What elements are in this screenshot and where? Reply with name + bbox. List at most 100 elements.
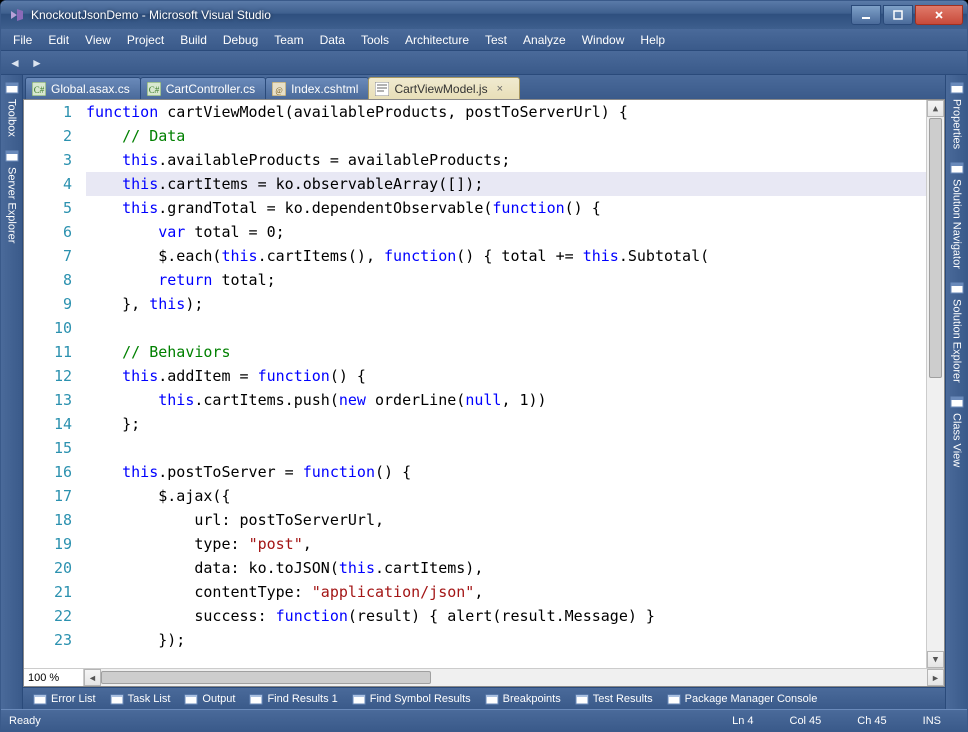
code-area[interactable]: function cartViewModel(availableProducts… — [86, 100, 926, 668]
panel-icon — [667, 692, 681, 706]
app-window: KnockoutJsonDemo - Microsoft Visual Stud… — [0, 0, 968, 732]
sln-exp-icon — [950, 281, 964, 295]
code-line[interactable]: this.cartItems.push(new orderLine(null, … — [86, 388, 926, 412]
tab-close-button[interactable]: × — [497, 83, 509, 95]
code-line[interactable] — [86, 436, 926, 460]
toolbox-icon — [5, 81, 19, 95]
menu-architecture[interactable]: Architecture — [397, 31, 477, 49]
status-ins: INS — [905, 715, 959, 727]
zoom-level[interactable]: 100 % — [24, 669, 84, 686]
code-line[interactable]: url: postToServerUrl, — [86, 508, 926, 532]
code-line[interactable]: function cartViewModel(availableProducts… — [86, 100, 926, 124]
code-line[interactable]: this.availableProducts = availableProduc… — [86, 148, 926, 172]
scroll-down-button[interactable]: ▼ — [927, 651, 944, 668]
menu-help[interactable]: Help — [632, 31, 673, 49]
editor-footer: 100 % ◄ ► — [24, 668, 944, 686]
code-line[interactable]: this.postToServer = function() { — [86, 460, 926, 484]
menu-analyze[interactable]: Analyze — [515, 31, 574, 49]
document-tab-global-asax-cs[interactable]: C# Global.asax.cs — [25, 77, 141, 99]
code-line[interactable]: // Data — [86, 124, 926, 148]
menu-view[interactable]: View — [77, 31, 119, 49]
menu-build[interactable]: Build — [172, 31, 215, 49]
code-line[interactable]: type: "post", — [86, 532, 926, 556]
nav-fwd-button[interactable]: ► — [27, 53, 47, 73]
code-line[interactable]: this.grandTotal = ko.dependentObservable… — [86, 196, 926, 220]
code-editor[interactable]: 1234567891011121314151617181920212223 fu… — [24, 100, 944, 668]
code-line[interactable]: $.ajax({ — [86, 484, 926, 508]
panel-tab-class-view[interactable]: Class View — [946, 389, 967, 473]
nav-back-button[interactable]: ◄ — [5, 53, 25, 73]
svg-text:C#: C# — [148, 85, 159, 95]
file-icon: @ — [272, 82, 286, 96]
code-line[interactable]: data: ko.toJSON(this.cartItems), — [86, 556, 926, 580]
menu-project[interactable]: Project — [119, 31, 172, 49]
vertical-scroll-thumb[interactable] — [929, 118, 942, 378]
horizontal-scrollbar[interactable]: ◄ ► — [84, 669, 944, 686]
close-button[interactable] — [915, 5, 963, 25]
panel-breakpoints[interactable]: Breakpoints — [479, 690, 567, 708]
code-line[interactable]: this.addItem = function() { — [86, 364, 926, 388]
code-line[interactable]: success: function(result) { alert(result… — [86, 604, 926, 628]
class-view-icon — [950, 395, 964, 409]
panel-tab-toolbox[interactable]: Toolbox — [1, 75, 22, 143]
panel-tab-properties[interactable]: Properties — [946, 75, 967, 155]
document-tab-index-cshtml[interactable]: @Index.cshtml — [265, 77, 369, 99]
body-area: ToolboxServer Explorer C#Global.asax.csC… — [1, 75, 967, 709]
statusbar: Ready Ln 4 Col 45 Ch 45 INS — [1, 709, 967, 731]
panel-tab-solution-explorer[interactable]: Solution Explorer — [946, 275, 967, 389]
titlebar[interactable]: KnockoutJsonDemo - Microsoft Visual Stud… — [1, 1, 967, 29]
vertical-scrollbar[interactable]: ▲ ▼ — [926, 100, 944, 668]
document-tab-cartcontroller-cs[interactable]: C# CartController.cs — [140, 77, 266, 99]
panel-output[interactable]: Output — [178, 690, 241, 708]
svg-text:C#: C# — [34, 85, 45, 95]
panel-find-results-1[interactable]: Find Results 1 — [243, 690, 343, 708]
status-ch: Ch 45 — [839, 715, 904, 727]
status-line: Ln 4 — [714, 715, 771, 727]
panel-test-results[interactable]: Test Results — [569, 690, 659, 708]
panel-icon — [33, 692, 47, 706]
code-line[interactable]: }; — [86, 412, 926, 436]
tab-label: CartController.cs — [166, 82, 255, 96]
code-line[interactable]: return total; — [86, 268, 926, 292]
line-number-gutter: 1234567891011121314151617181920212223 — [24, 100, 86, 668]
scroll-left-button[interactable]: ◄ — [84, 669, 101, 686]
status-ready: Ready — [9, 715, 41, 727]
panel-tab-server-explorer[interactable]: Server Explorer — [1, 143, 22, 249]
code-line[interactable]: // Behaviors — [86, 340, 926, 364]
menu-team[interactable]: Team — [266, 31, 311, 49]
scroll-right-button[interactable]: ► — [927, 669, 944, 686]
panel-icon — [184, 692, 198, 706]
menu-debug[interactable]: Debug — [215, 31, 266, 49]
scroll-up-button[interactable]: ▲ — [927, 100, 944, 117]
code-line[interactable]: contentType: "application/json", — [86, 580, 926, 604]
code-line[interactable] — [86, 316, 926, 340]
minimize-button[interactable] — [851, 5, 881, 25]
code-line[interactable]: this.cartItems = ko.observableArray([]); — [86, 172, 926, 196]
panel-package-manager-console[interactable]: Package Manager Console — [661, 690, 824, 708]
menu-tools[interactable]: Tools — [353, 31, 397, 49]
panel-error-list[interactable]: Error List — [27, 690, 102, 708]
code-line[interactable]: }); — [86, 628, 926, 652]
menu-edit[interactable]: Edit — [40, 31, 77, 49]
code-line[interactable]: var total = 0; — [86, 220, 926, 244]
code-line[interactable]: $.each(this.cartItems(), function() { to… — [86, 244, 926, 268]
menu-data[interactable]: Data — [312, 31, 353, 49]
server-icon — [5, 149, 19, 163]
status-col: Col 45 — [772, 715, 840, 727]
maximize-button[interactable] — [883, 5, 913, 25]
panel-icon — [352, 692, 366, 706]
window-title: KnockoutJsonDemo - Microsoft Visual Stud… — [31, 8, 851, 22]
menu-test[interactable]: Test — [477, 31, 515, 49]
tab-label: Global.asax.cs — [51, 82, 130, 96]
panel-tab-solution-navigator[interactable]: Solution Navigator — [946, 155, 967, 275]
code-line[interactable]: }, this); — [86, 292, 926, 316]
panel-task-list[interactable]: Task List — [104, 690, 177, 708]
horizontal-scroll-thumb[interactable] — [101, 671, 431, 684]
menu-file[interactable]: File — [5, 31, 40, 49]
menu-window[interactable]: Window — [574, 31, 633, 49]
file-icon — [375, 82, 389, 96]
panel-icon — [249, 692, 263, 706]
document-tabstrip: C# Global.asax.cs C# CartController.cs @Inde… — [23, 75, 945, 99]
document-tab-cartviewmodel-js[interactable]: CartViewModel.js× — [368, 77, 519, 99]
panel-find-symbol-results[interactable]: Find Symbol Results — [346, 690, 477, 708]
